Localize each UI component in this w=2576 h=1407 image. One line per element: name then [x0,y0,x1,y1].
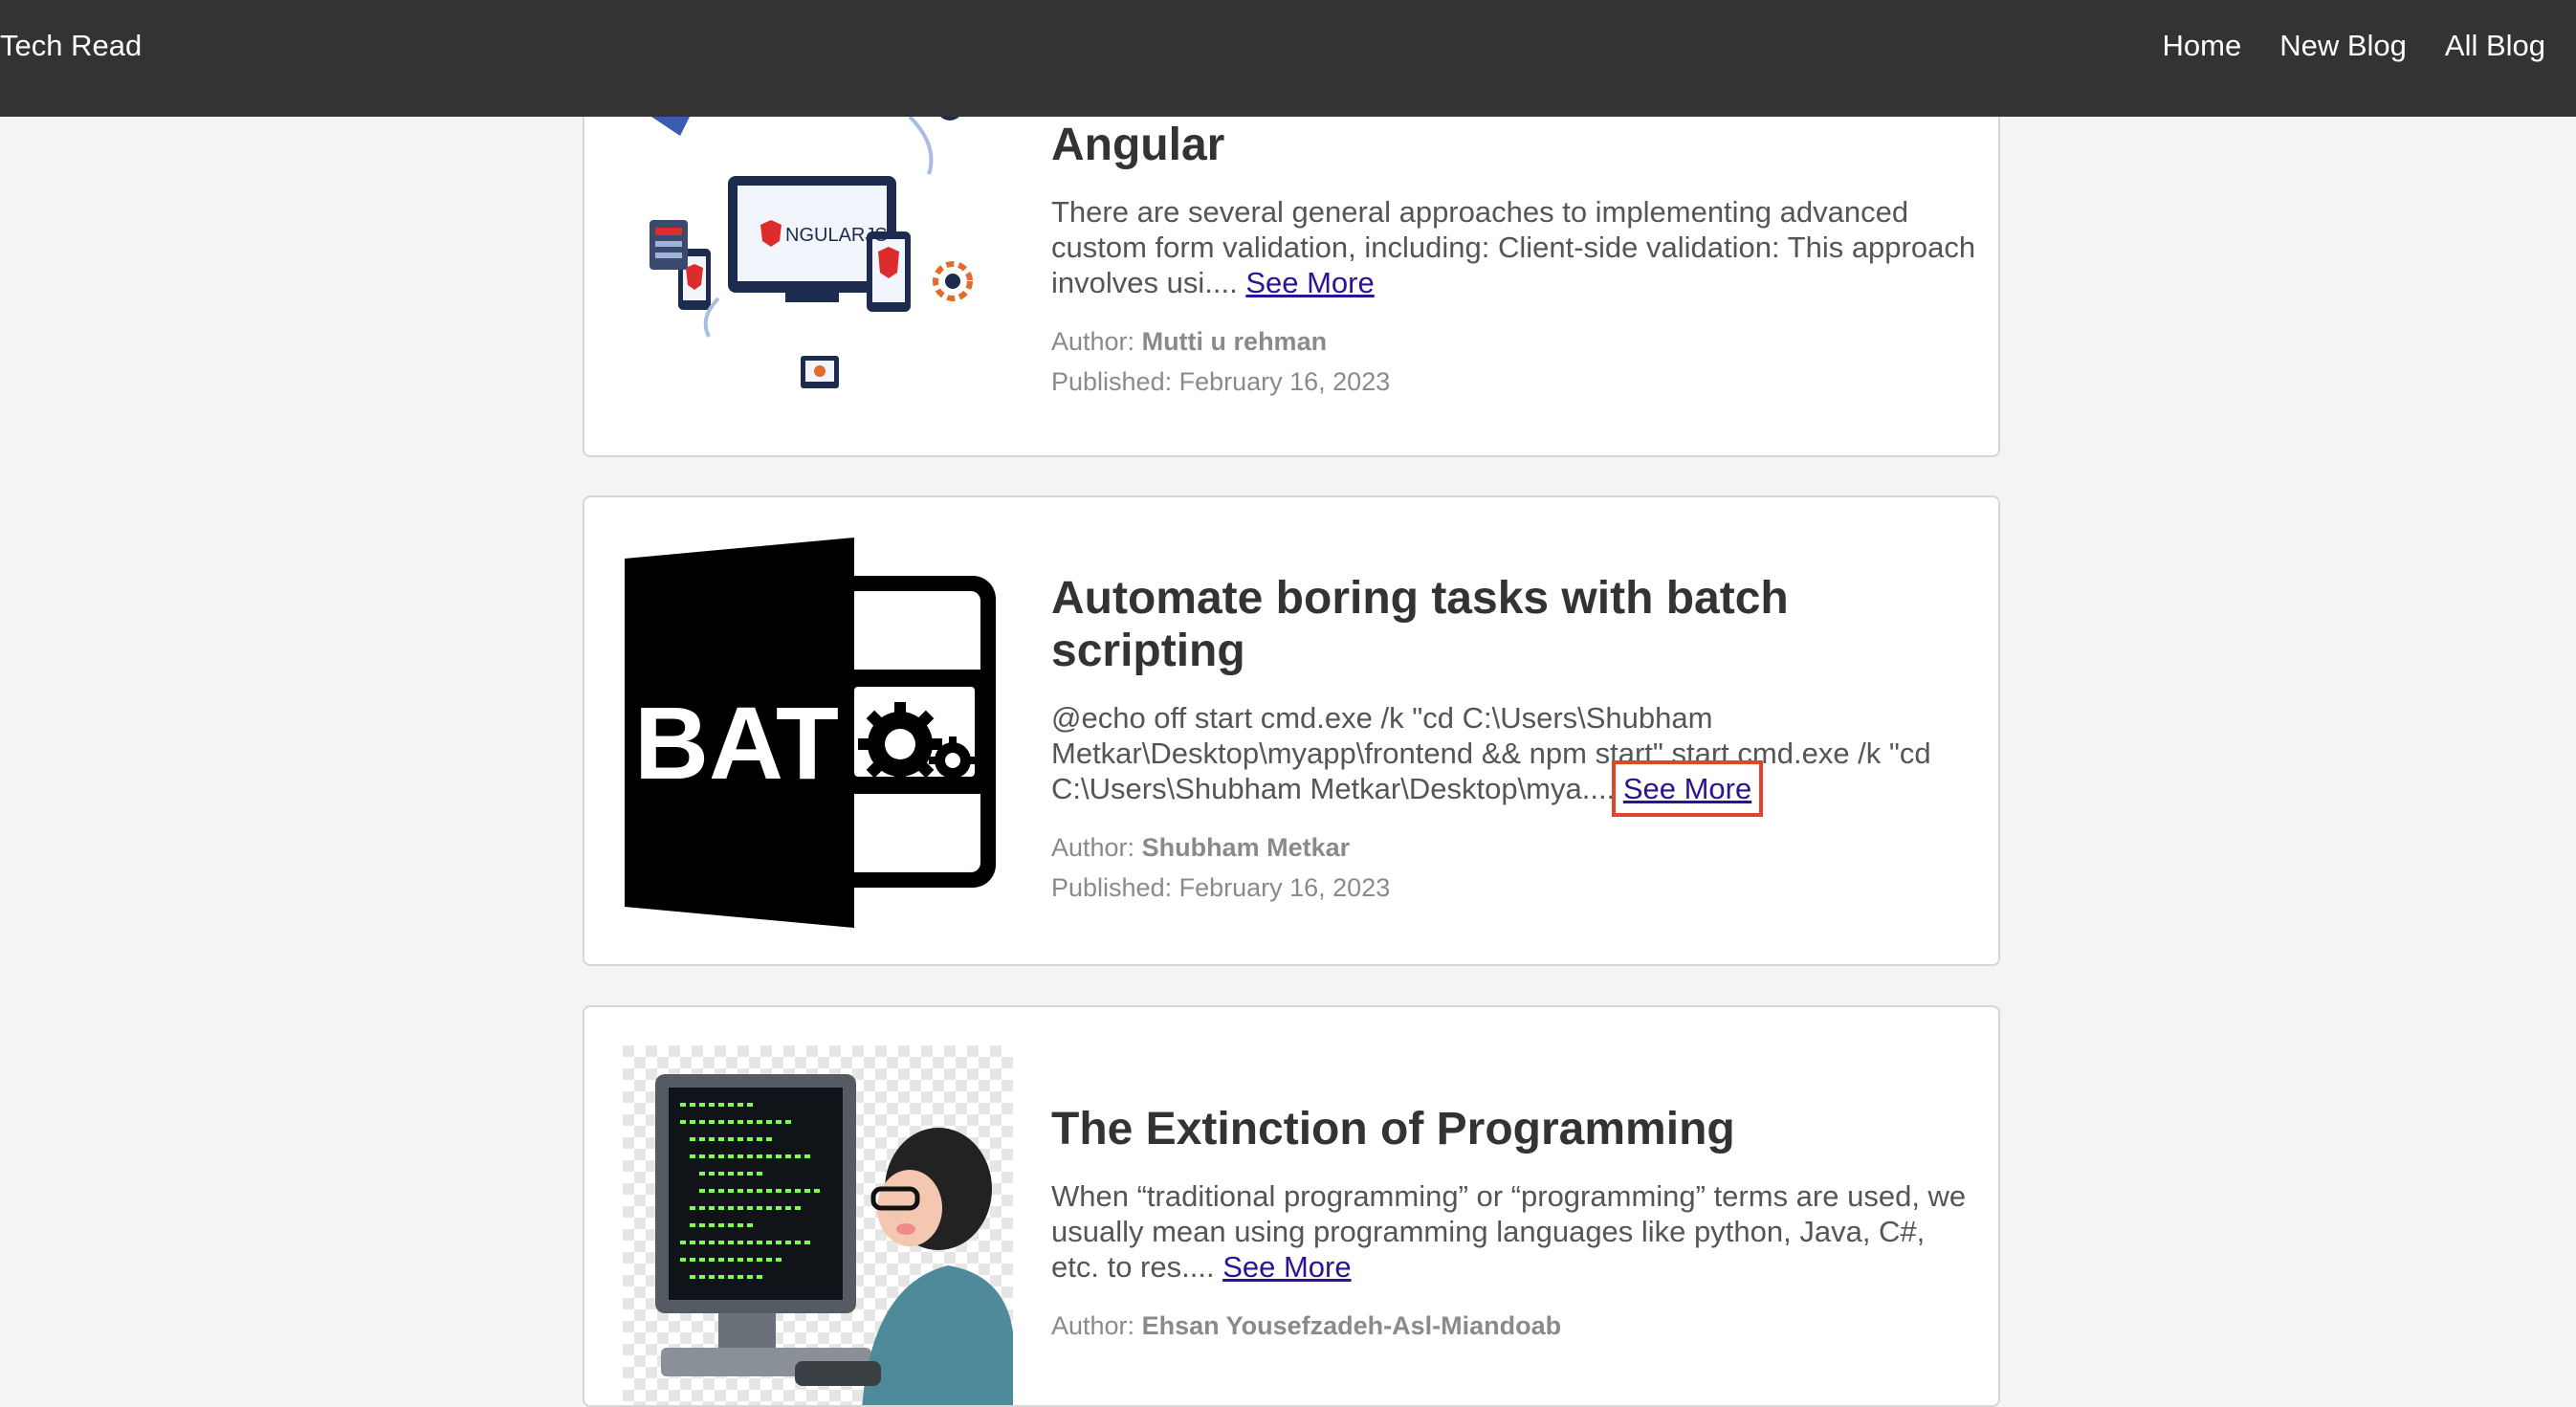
nav-new-blog-link[interactable]: New Blog [2279,29,2407,63]
author-line: Author: Ehsan Yousefzadeh-Asl-Miandoab [1051,1306,1979,1346]
post-meta: Author: Shubham Metkar Published: Februa… [1051,827,1979,908]
author-line: Author: Mutti u rehman [1051,321,1979,362]
post-meta: Author: Ehsan Yousefzadeh-Asl-Miandoab [1051,1306,1979,1346]
post-title[interactable]: The Extinction of Programming [1051,1103,1979,1155]
card-content: Angular There are several general approa… [1051,119,1979,402]
excerpt-text: @echo off start cmd.exe /k "cd C:\Users\… [1051,701,1931,805]
blog-card-programming: The Extinction of Programming When “trad… [583,1005,2000,1407]
post-title[interactable]: Angular [1051,119,1979,171]
post-excerpt: There are several general approaches to … [1051,194,1979,300]
author-label: Author: [1051,833,1135,862]
angular-logo-text: NGULARJS [785,225,888,246]
brand-link[interactable]: Tech Read [0,29,142,63]
blog-card-batch: BAT Automate boring tasks with batch scr… [583,495,2000,966]
see-more-link[interactable]: See More [1245,266,1374,299]
post-title[interactable]: Automate boring tasks with batch scripti… [1051,572,1979,677]
excerpt-text: When “traditional programming” or “progr… [1051,1179,1967,1284]
excerpt-text: There are several general approaches to … [1051,195,1976,299]
nav-home-link[interactable]: Home [2163,29,2242,63]
published-date: Published: February 16, 2023 [1051,873,1391,902]
nav-all-blog-link[interactable]: All Blog [2445,29,2545,63]
programmer-at-computer-illustration-icon [623,1045,1013,1405]
see-more-link-highlighted[interactable]: See More [1611,760,1764,817]
card-content: Automate boring tasks with batch scripti… [1051,572,1979,908]
top-navbar: Tech Read Home New Blog All Blog [0,0,2576,117]
angular-devices-illustration-icon: NGULARJS [623,78,1013,423]
published-date: Published: February 16, 2023 [1051,367,1391,396]
post-meta: Author: Mutti u rehman Published: Februa… [1051,321,1979,402]
author-name: Ehsan Yousefzadeh-Asl-Miandoab [1141,1311,1562,1340]
bat-file-icon: BAT [623,538,1013,928]
post-excerpt: @echo off start cmd.exe /k "cd C:\Users\… [1051,700,1979,817]
nav-links: Home New Blog All Blog [2125,29,2546,63]
author-label: Author: [1051,327,1135,356]
card-content: The Extinction of Programming When “trad… [1051,1103,1979,1346]
bat-text: BAT [634,685,839,801]
see-more-link[interactable]: See More [1222,1250,1351,1284]
author-line: Author: Shubham Metkar [1051,827,1979,868]
post-excerpt: When “traditional programming” or “progr… [1051,1178,1979,1285]
author-label: Author: [1051,1311,1135,1340]
author-name: Mutti u rehman [1141,327,1328,356]
author-name: Shubham Metkar [1141,833,1351,862]
